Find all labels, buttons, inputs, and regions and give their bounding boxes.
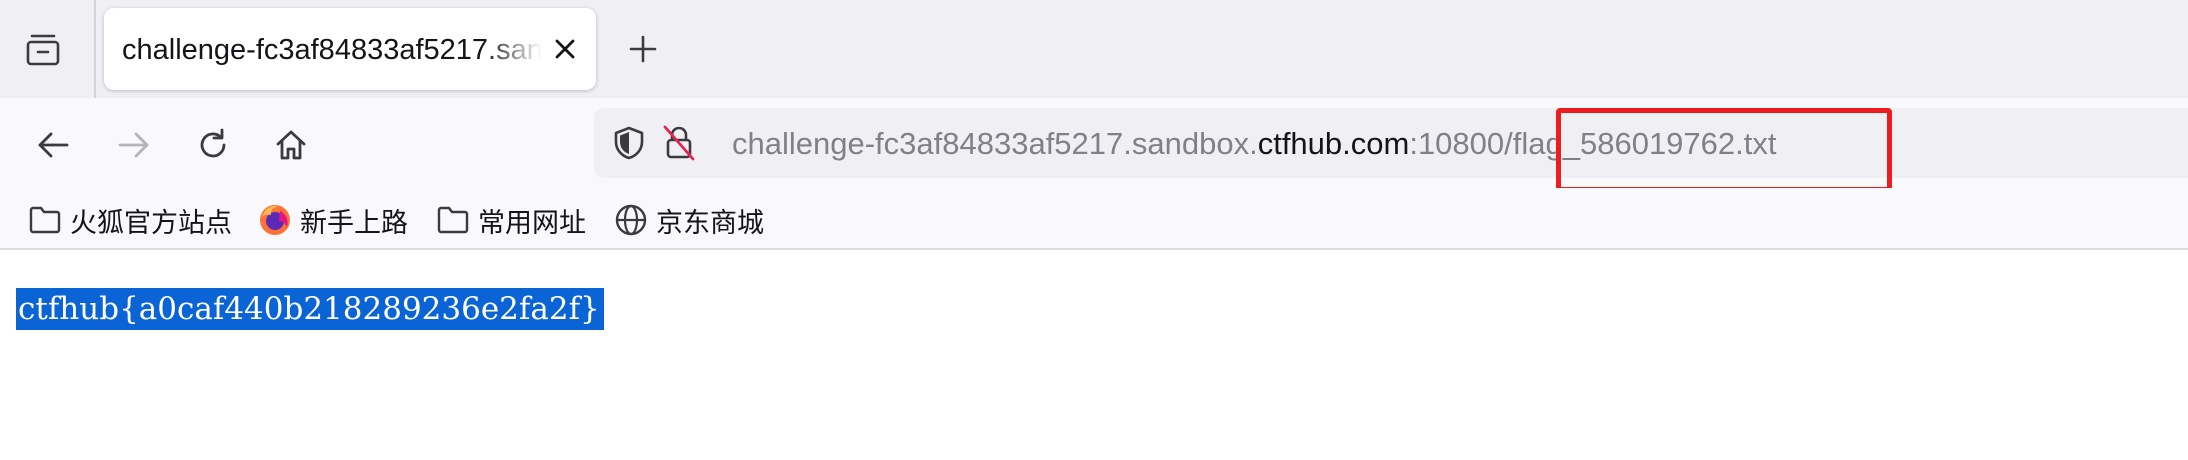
insecure-lock-icon [663,125,695,161]
bookmark-label: 京东商城 [656,207,764,239]
navigation-toolbar: challenge-fc3af84833af5217.sandbox.ctfhu… [0,98,2188,188]
bookmark-label: 新手上路 [300,207,408,239]
tab-divider [94,0,96,98]
forward-button[interactable] [107,118,161,172]
bookmark-item-jd-mall[interactable]: 京东商城 [614,200,764,240]
url-suffix: :10800/flag_586019762.txt [1409,126,1777,161]
home-icon [276,130,306,160]
url-domain: ctfhub.com [1257,126,1410,161]
back-button[interactable] [26,118,80,172]
folder-icon [437,206,469,234]
back-arrow-icon [38,132,69,158]
tab-strip: challenge-fc3af84833af5217.sandbox.ctfhu… [0,0,2188,98]
tab-list-icon [26,34,60,66]
tracking-protection-shield-icon [614,126,644,160]
active-tab[interactable]: challenge-fc3af84833af5217.sandbox.ctfhu… [104,8,596,90]
folder-icon [29,206,61,234]
tab-close-button[interactable] [544,28,586,70]
bookmarks-toolbar: 火狐官方站点 新手上路 常用网址 京东商城 [0,188,2188,250]
bookmark-label: 火狐官方站点 [70,207,232,239]
home-button[interactable] [264,118,318,172]
bookmark-item-getting-started[interactable]: 新手上路 [258,200,408,240]
bookmark-item-common-sites[interactable]: 常用网址 [436,200,586,240]
bookmark-item-firefox-official[interactable]: 火狐官方站点 [28,200,232,240]
globe-icon [615,204,647,236]
tab-list-button[interactable] [18,24,68,74]
close-icon [555,39,575,59]
url-bar[interactable]: challenge-fc3af84833af5217.sandbox.ctfhu… [594,108,2188,178]
flag-text-selected[interactable]: ctfhub{a0caf440b218289236e2fa2f} [16,288,604,330]
plus-icon [629,35,657,63]
site-info-button[interactable] [658,122,700,164]
tracking-protection-button[interactable] [608,122,650,164]
tab-title: challenge-fc3af84833af5217.sandbox.ctfhu… [122,34,542,66]
reload-icon [200,128,226,158]
bookmark-label: 常用网址 [478,207,586,239]
url-text[interactable]: challenge-fc3af84833af5217.sandbox.ctfhu… [732,124,1776,164]
firefox-icon [260,205,290,235]
forward-arrow-icon [118,132,149,158]
url-prefix: challenge-fc3af84833af5217.sandbox. [732,126,1258,161]
new-tab-button[interactable] [618,24,668,74]
page-content: ctfhub{a0caf440b218289236e2fa2f} [0,252,2188,460]
reload-button[interactable] [186,118,240,172]
